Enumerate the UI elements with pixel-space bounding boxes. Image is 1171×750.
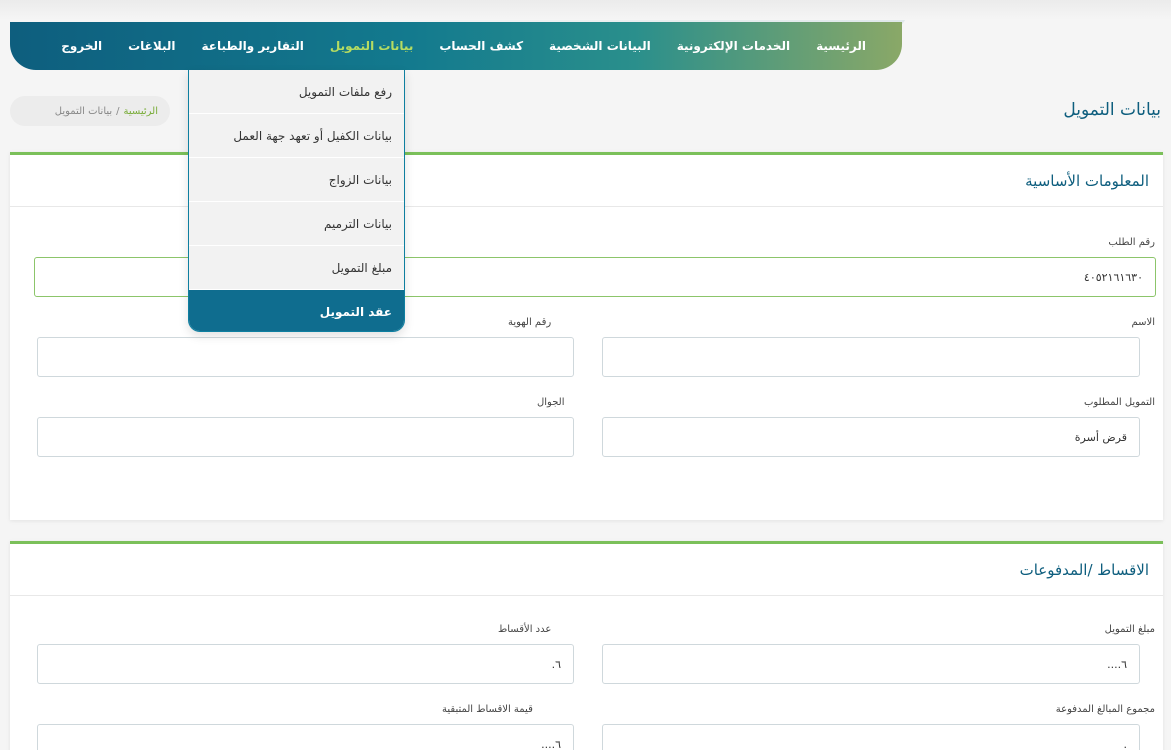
paid-total-field[interactable]: . bbox=[602, 724, 1140, 750]
nav-reports-printing[interactable]: التقارير والطباعة bbox=[202, 39, 304, 53]
nav-e-services[interactable]: الخدمات الإلكترونية bbox=[677, 39, 790, 53]
installments-title: الاقساط /المدفوعات bbox=[10, 544, 1163, 596]
menu-item-guarantor[interactable]: بيانات الكفيل أو تعهد جهة العمل bbox=[189, 114, 404, 158]
paid-total-label: مجموع المبالغ المدفوعة bbox=[1055, 704, 1155, 715]
menu-item-financing-amount[interactable]: مبلغ التمويل bbox=[189, 246, 404, 290]
breadcrumb-home[interactable]: الرئيسية bbox=[124, 106, 158, 117]
installments-count-label: عدد الأقساط bbox=[498, 624, 552, 635]
id-number-label: رقم الهوية bbox=[508, 317, 552, 328]
request-number-label: رقم الطلب bbox=[1108, 237, 1155, 248]
installments-card: الاقساط /المدفوعات مبلغ التمويل ٦.... عد… bbox=[10, 541, 1163, 750]
menu-item-upload-files[interactable]: رفع ملفات التمويل bbox=[189, 70, 404, 114]
remaining-installments-field[interactable]: ٦.... bbox=[37, 724, 574, 750]
financing-dropdown-menu: رفع ملفات التمويل بيانات الكفيل أو تعهد … bbox=[188, 70, 405, 332]
breadcrumb-separator: / bbox=[116, 105, 120, 117]
nav-financing-data[interactable]: بيانات التمويل bbox=[330, 39, 413, 53]
requested-financing-field[interactable]: قرض أسرة bbox=[602, 417, 1140, 457]
nav-personal-data[interactable]: البيانات الشخصية bbox=[549, 39, 651, 53]
menu-item-renovation[interactable]: بيانات الترميم bbox=[189, 202, 404, 246]
financing-amount-field[interactable]: ٦.... bbox=[602, 644, 1140, 684]
top-strip bbox=[0, 0, 1171, 20]
main-nav: الرئيسية الخدمات الإلكترونية البيانات ال… bbox=[10, 22, 902, 70]
menu-item-financing-contract[interactable]: عقد التمويل bbox=[189, 290, 404, 331]
breadcrumb: الرئيسية / بيانات التمويل bbox=[10, 96, 170, 126]
name-field[interactable] bbox=[602, 337, 1140, 377]
name-label: الاسم bbox=[1131, 317, 1155, 328]
nav-home[interactable]: الرئيسية bbox=[816, 39, 866, 53]
nav-reports[interactable]: البلاغات bbox=[128, 39, 175, 53]
id-number-field[interactable] bbox=[37, 337, 574, 377]
mobile-label: الجوال bbox=[537, 397, 565, 408]
installments-count-field[interactable]: ٦. bbox=[37, 644, 574, 684]
nav-logout[interactable]: الخروج bbox=[61, 39, 102, 53]
requested-financing-label: التمويل المطلوب bbox=[1083, 397, 1155, 408]
basic-info-card: المعلومات الأساسية رقم الطلب ٤٠٥٢١٦١٦٣٠ … bbox=[10, 152, 1163, 520]
menu-item-marriage[interactable]: بيانات الزواج bbox=[189, 158, 404, 202]
page-title: بيانات التمويل bbox=[1063, 100, 1161, 120]
nav-account-statement[interactable]: كشف الحساب bbox=[439, 39, 523, 53]
breadcrumb-current: بيانات التمويل bbox=[54, 105, 113, 117]
remaining-installments-label: قيمة الاقساط المتبقية bbox=[442, 704, 533, 715]
financing-amount-label: مبلغ التمويل bbox=[1104, 624, 1155, 635]
mobile-field[interactable] bbox=[37, 417, 574, 457]
basic-info-title: المعلومات الأساسية bbox=[10, 155, 1163, 207]
